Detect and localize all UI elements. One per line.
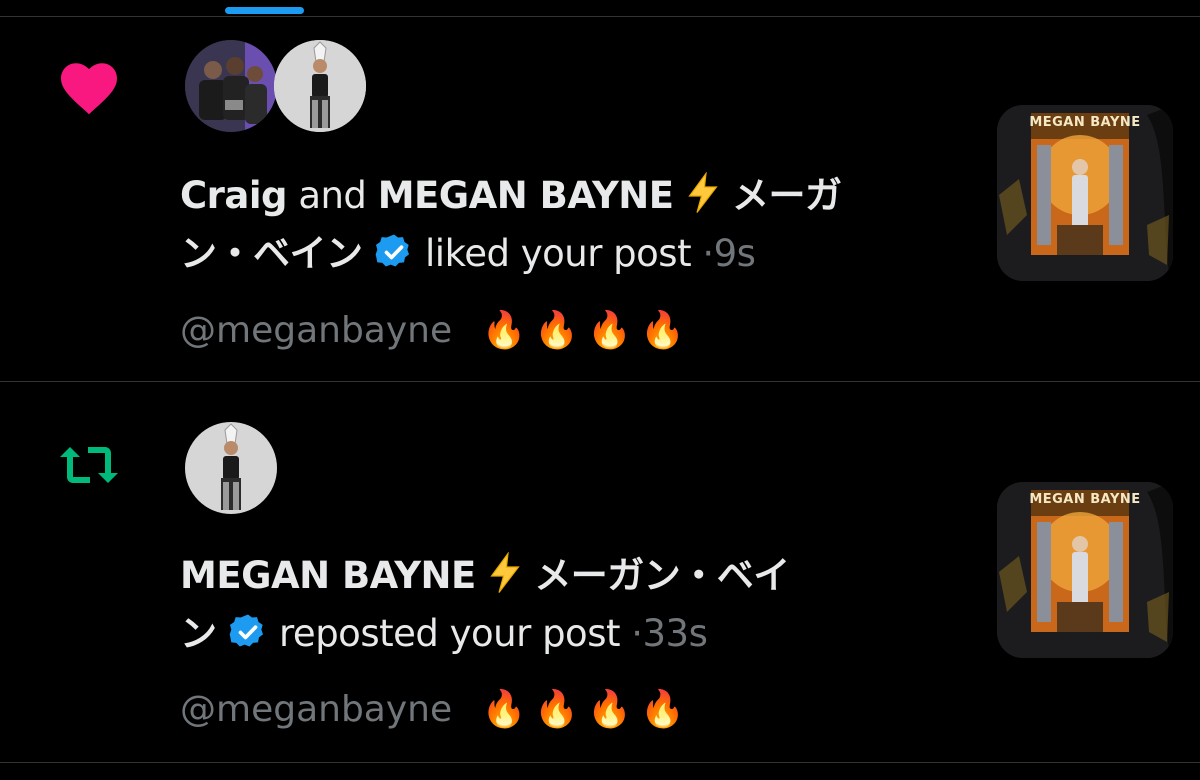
timestamp[interactable]: 9s [714, 232, 756, 275]
heart-icon [58, 59, 120, 117]
actor-name-japanese[interactable]: メーガ [732, 174, 842, 217]
notification-repost[interactable]: MEGAN BAYNE メーガン・ベイ ン reposted your post… [0, 382, 1200, 763]
separator-dot: · [631, 612, 643, 655]
post-thumbnail[interactable]: MEGAN BAYNE [997, 105, 1173, 281]
actor-name-japanese[interactable]: ン・ベイン [180, 232, 363, 275]
notification-like[interactable]: Craig and MEGAN BAYNE メーガ ン・ベイン liked yo… [0, 17, 1200, 382]
verified-badge-icon [374, 231, 414, 289]
notification-text-line-1: Craig and MEGAN BAYNE メーガ [180, 167, 842, 231]
fire-emojis: 🔥🔥🔥🔥 [481, 310, 693, 351]
timestamp[interactable]: 33s [643, 612, 708, 655]
actor-name[interactable]: MEGAN BAYNE [378, 174, 674, 217]
notification-text-line-1: MEGAN BAYNE メーガン・ベイ [180, 547, 790, 611]
action-text: liked your post [425, 232, 692, 275]
thumbnail-title: MEGAN BAYNE [1029, 492, 1141, 507]
quoted-handle: @meganbayne [180, 310, 453, 351]
avatar-megan-bayne[interactable] [185, 422, 277, 514]
avatar-craig[interactable] [185, 40, 277, 132]
repost-icon [56, 440, 122, 490]
action-text: reposted your post [279, 612, 620, 655]
avatar-megan-bayne[interactable] [274, 40, 366, 132]
actor-name-japanese[interactable]: ン [180, 612, 217, 655]
quoted-post-preview[interactable]: @meganbayne 🔥🔥🔥🔥 [180, 684, 693, 736]
active-tab-indicator [225, 7, 304, 14]
fire-emojis: 🔥🔥🔥🔥 [481, 689, 693, 730]
lightning-icon [685, 171, 721, 231]
quoted-post-preview[interactable]: @meganbayne 🔥🔥🔥🔥 [180, 305, 693, 357]
thumbnail-title: MEGAN BAYNE [1029, 115, 1141, 130]
notification-text-line-2: ン・ベイン liked your post ·9s [180, 225, 756, 289]
actor-name[interactable]: MEGAN BAYNE [180, 554, 476, 597]
actor-name[interactable]: Craig [180, 174, 288, 217]
separator-dot: · [702, 232, 714, 275]
joiner-text: and [298, 174, 367, 217]
actor-name-japanese[interactable]: メーガン・ベイ [534, 554, 790, 597]
tab-bar [0, 0, 1200, 17]
verified-badge-icon [228, 611, 268, 669]
quoted-handle: @meganbayne [180, 689, 453, 730]
post-thumbnail[interactable]: MEGAN BAYNE [997, 482, 1173, 658]
lightning-icon [487, 551, 523, 611]
notification-text-line-2: ン reposted your post ·33s [180, 605, 708, 669]
